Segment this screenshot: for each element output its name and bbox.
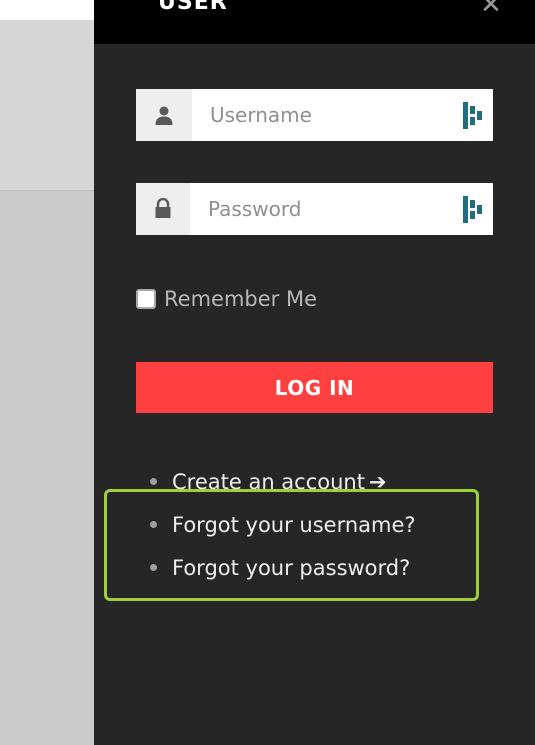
account-links: Create an account ➔ Forgot your username…: [150, 460, 416, 589]
forgot-username-link[interactable]: Forgot your username?: [172, 513, 416, 537]
bullet-icon: [150, 521, 157, 528]
list-item: Forgot your username?: [150, 503, 416, 546]
user-icon: [136, 89, 192, 141]
password-field: [136, 183, 493, 235]
remember-me: Remember Me: [136, 287, 317, 311]
username-field: [136, 89, 493, 141]
arrow-right-icon[interactable]: ➔: [369, 470, 387, 494]
background-top: [0, 0, 94, 20]
keeper-icon[interactable]: [463, 102, 483, 129]
close-icon[interactable]: ✕: [480, 0, 502, 18]
bullet-icon: [150, 478, 157, 485]
list-item: Create an account ➔: [150, 460, 416, 503]
list-item: Forgot your password?: [150, 546, 416, 589]
forgot-password-link[interactable]: Forgot your password?: [172, 556, 410, 580]
password-input[interactable]: [190, 183, 450, 235]
background-page: [0, 20, 94, 190]
panel-header: USER ✕: [94, 0, 535, 44]
keeper-icon[interactable]: [463, 196, 483, 223]
login-panel: USER ✕ Remember Me LOG IN: [94, 0, 535, 745]
remember-me-checkbox[interactable]: [136, 289, 156, 309]
bullet-icon: [150, 564, 157, 571]
lock-icon: [136, 183, 190, 235]
background-divider: [0, 190, 94, 191]
create-account-link[interactable]: Create an account: [172, 470, 365, 494]
remember-me-label[interactable]: Remember Me: [164, 287, 317, 311]
login-button[interactable]: LOG IN: [136, 362, 493, 413]
username-input[interactable]: [192, 89, 452, 141]
panel-title: USER: [158, 0, 228, 15]
